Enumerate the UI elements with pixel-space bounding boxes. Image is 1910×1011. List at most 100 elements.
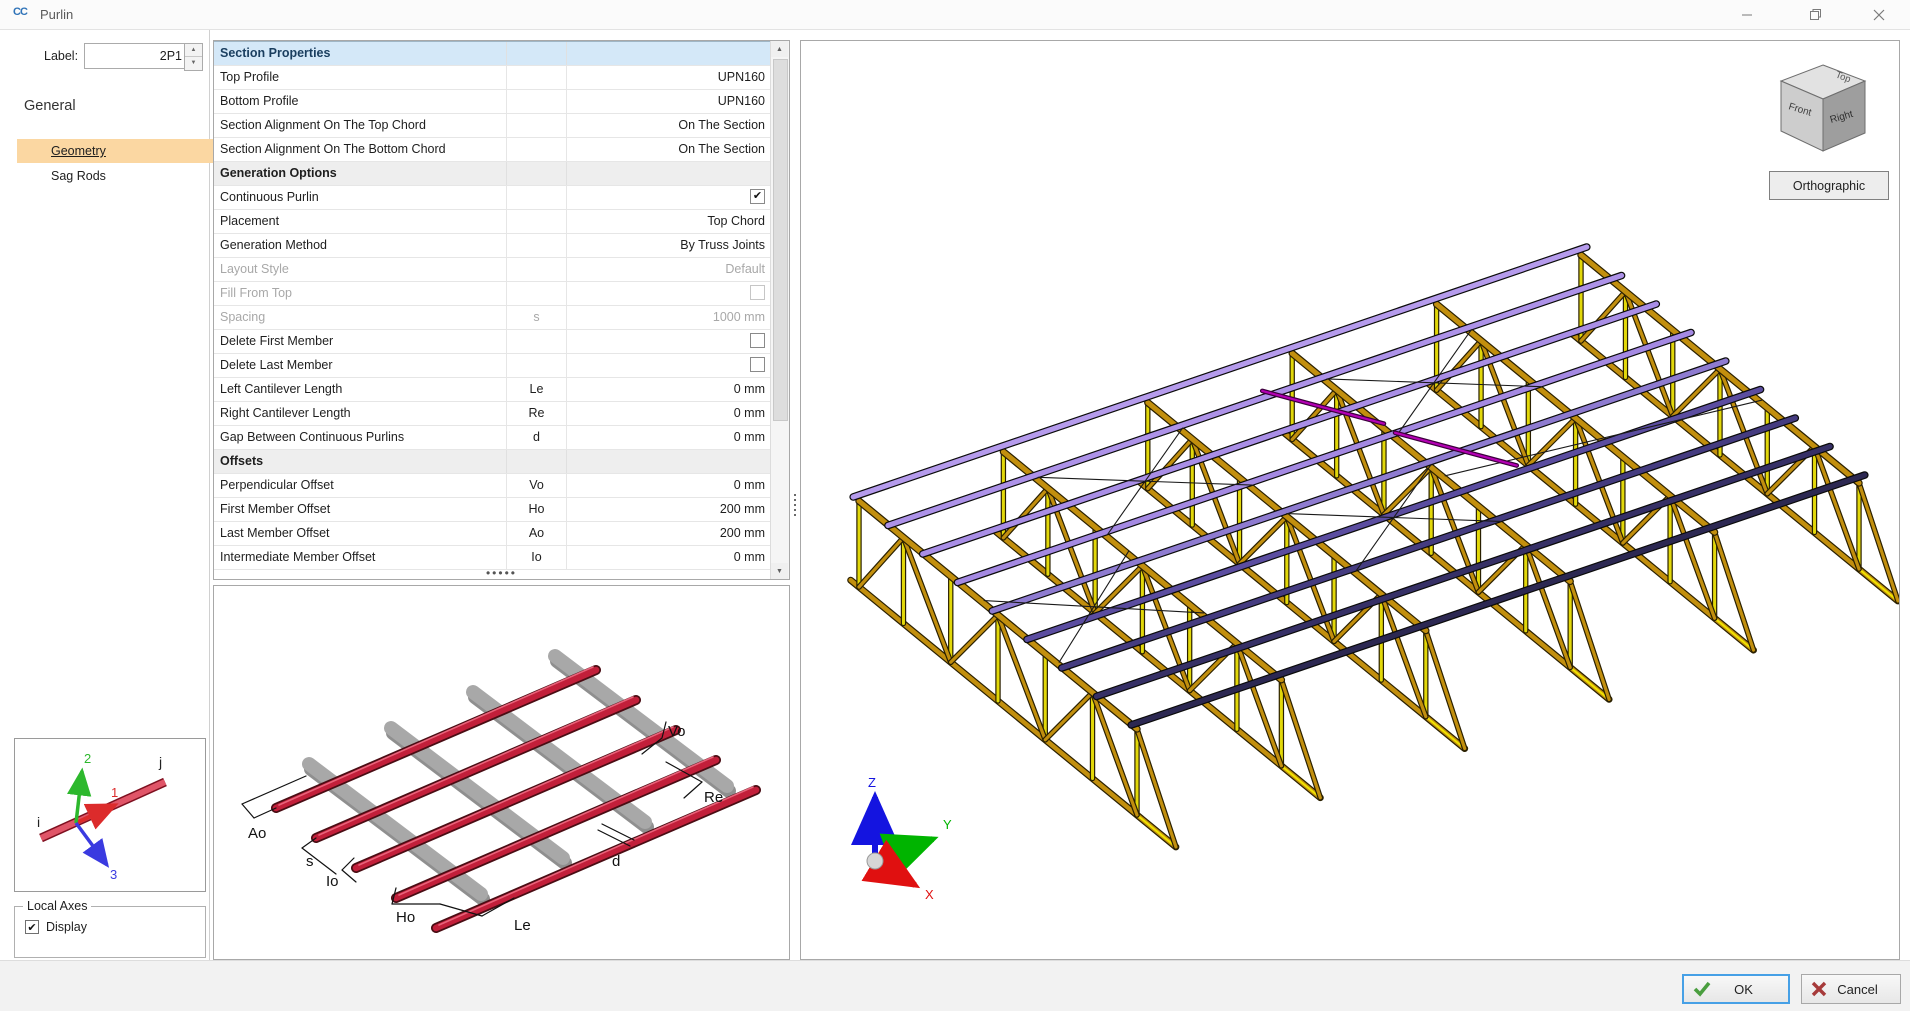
property-row[interactable]: Section Alignment On The Bottom ChordOn … (214, 138, 771, 162)
property-value[interactable]: Default (567, 258, 771, 281)
property-value[interactable]: Top Chord (567, 210, 771, 233)
grid-scrollbar[interactable]: ▲ ▼ (770, 41, 789, 579)
dim-label-d: d (612, 853, 620, 870)
property-row[interactable]: Perpendicular OffsetVo0 mm (214, 474, 771, 498)
property-value[interactable]: 0 mm (567, 426, 771, 449)
property-symbol: s (507, 306, 567, 329)
property-value[interactable] (567, 354, 771, 377)
sidebar-item-sag-rods[interactable]: Sag Rods (17, 164, 241, 188)
property-value[interactable] (567, 330, 771, 353)
property-row[interactable]: Right Cantilever LengthRe0 mm (214, 402, 771, 426)
scrollbar-thumb[interactable] (773, 59, 788, 421)
minimize-button[interactable] (1724, 0, 1770, 29)
property-row[interactable]: Continuous Purlin✔ (214, 186, 771, 210)
purlin-diagram-drawing: AosIoHoLeVoRed (214, 586, 789, 959)
property-value[interactable]: 200 mm (567, 498, 771, 521)
scroll-up-icon[interactable]: ▲ (771, 41, 788, 57)
horizontal-splitter[interactable]: ••••• (213, 568, 790, 580)
spinner-up-icon[interactable]: ▲ (185, 44, 202, 56)
property-name: Bottom Profile (214, 90, 507, 113)
property-row[interactable]: Layout Style Default (214, 258, 771, 282)
property-grid-rows: Section PropertiesTop ProfileUPN160Botto… (214, 41, 771, 570)
vertical-splitter[interactable] (792, 494, 798, 524)
svg-text:2: 2 (84, 751, 91, 766)
cancel-button-label: Cancel (1837, 982, 1878, 997)
property-row[interactable]: Left Cantilever LengthLe0 mm (214, 378, 771, 402)
property-symbol (507, 186, 567, 209)
property-symbol (507, 258, 567, 281)
value-checkbox[interactable] (750, 285, 765, 300)
property-value[interactable]: ✔ (567, 186, 771, 209)
property-symbol (507, 282, 567, 305)
property-row[interactable]: Top Profile UPN160 (214, 66, 771, 90)
property-row[interactable]: Section Alignment On The Top ChordOn The… (214, 114, 771, 138)
purlin-legend-diagram: AosIoHoLeVoRed (213, 585, 790, 960)
property-value[interactable]: 1000 mm (567, 306, 771, 329)
property-name: Layout Style (214, 258, 507, 281)
property-value[interactable]: 0 mm (567, 546, 771, 569)
property-category-row[interactable]: Section Properties (214, 41, 771, 66)
value-checkbox[interactable]: ✔ (750, 189, 765, 204)
dim-label-Re: Re (704, 789, 723, 806)
property-row[interactable]: Generation MethodBy Truss Joints (214, 234, 771, 258)
property-row[interactable]: Spacings1000 mm (214, 306, 771, 330)
property-symbol (507, 42, 567, 65)
property-symbol (507, 234, 567, 257)
close-button[interactable] (1856, 0, 1902, 29)
sidebar-item-geometry[interactable]: Geometry (17, 139, 241, 163)
property-row[interactable]: Placement Top Chord (214, 210, 771, 234)
projection-mode-button[interactable]: Orthographic (1769, 171, 1889, 200)
property-name: Placement (214, 210, 507, 233)
property-name: Left Cantilever Length (214, 378, 507, 401)
display-checkbox[interactable]: ✔ (25, 920, 39, 934)
sidebar-group-title: General (24, 98, 76, 114)
label-spinner[interactable]: ▲ ▼ (184, 43, 203, 71)
property-row[interactable]: Gap Between Continuous Purlinsd0 mm (214, 426, 771, 450)
property-name: Gap Between Continuous Purlins (214, 426, 507, 449)
property-value[interactable]: 0 mm (567, 402, 771, 425)
property-symbol: Vo (507, 474, 567, 497)
dim-label-Ao: Ao (248, 825, 266, 842)
property-row[interactable]: First Member OffsetHo200 mm (214, 498, 771, 522)
view-cube-drawing[interactable]: Top Front Right (1761, 51, 1885, 169)
property-row[interactable]: Bottom Profile UPN160 (214, 90, 771, 114)
property-value[interactable]: 0 mm (567, 474, 771, 497)
svg-text:3: 3 (110, 867, 117, 882)
model-viewport[interactable]: Top Front Right Orthographic Z Y X (800, 40, 1900, 960)
value-checkbox[interactable] (750, 357, 765, 372)
property-row[interactable]: Delete Last Member (214, 354, 771, 378)
label-input[interactable] (84, 43, 188, 69)
spinner-down-icon[interactable]: ▼ (185, 56, 202, 69)
property-symbol: Re (507, 402, 567, 425)
property-value[interactable]: UPN160 (567, 66, 771, 89)
property-name: Delete Last Member (214, 354, 507, 377)
property-name: Delete First Member (214, 330, 507, 353)
property-symbol (507, 450, 567, 473)
property-category-row[interactable]: Offsets (214, 450, 771, 474)
property-symbol (507, 138, 567, 161)
property-name: Top Profile (214, 66, 507, 89)
ok-button-label: OK (1721, 982, 1766, 997)
property-row[interactable]: Delete First Member (214, 330, 771, 354)
property-name: Perpendicular Offset (214, 474, 507, 497)
property-row[interactable]: Last Member OffsetAo200 mm (214, 522, 771, 546)
world-axes-drawing: Z Y X (835, 771, 985, 911)
dim-label-Ho: Ho (396, 909, 415, 926)
cancel-button[interactable]: Cancel (1801, 974, 1901, 1004)
ok-button[interactable]: OK (1682, 974, 1790, 1004)
property-value[interactable]: 200 mm (567, 522, 771, 545)
property-value[interactable]: On The Section (567, 114, 771, 137)
restore-button[interactable] (1792, 0, 1838, 29)
view-cube[interactable]: Top Front Right (1761, 51, 1885, 169)
property-value[interactable]: On The Section (567, 138, 771, 161)
property-name: Fill From Top (214, 282, 507, 305)
property-value[interactable]: UPN160 (567, 90, 771, 113)
property-category-row[interactable]: Generation Options (214, 162, 771, 186)
property-value[interactable]: By Truss Joints (567, 234, 771, 257)
property-row[interactable]: Fill From Top (214, 282, 771, 306)
close-icon (1873, 9, 1885, 21)
property-value[interactable] (567, 282, 771, 305)
property-value (567, 42, 771, 65)
value-checkbox[interactable] (750, 333, 765, 348)
property-value[interactable]: 0 mm (567, 378, 771, 401)
